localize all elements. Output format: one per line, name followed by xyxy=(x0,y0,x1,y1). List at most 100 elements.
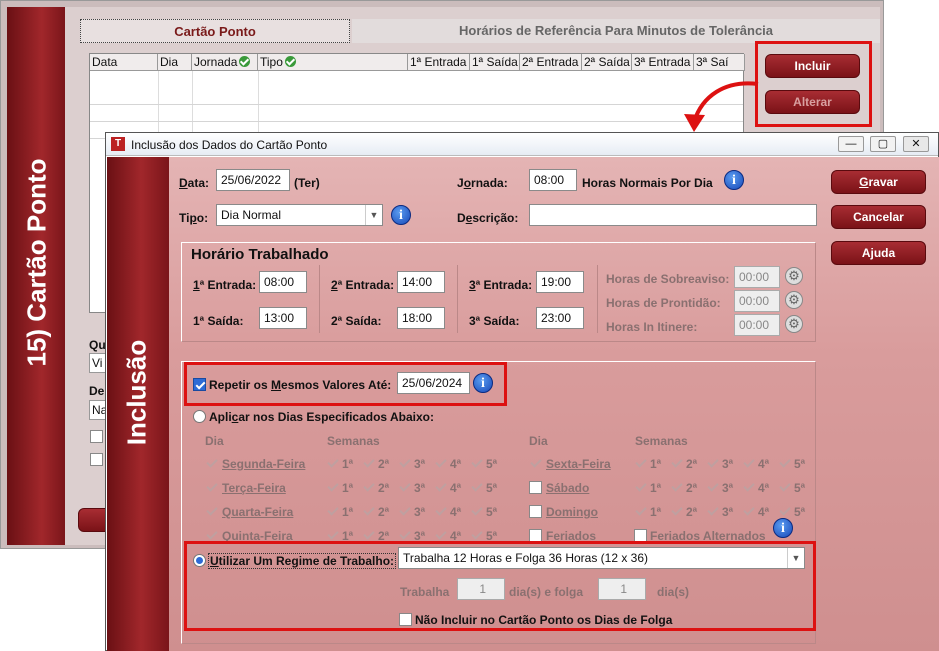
col-semanas-right: Semanas xyxy=(635,434,688,448)
week-checkbox[interactable] xyxy=(706,481,719,494)
grid-header-saida2[interactable]: 2ª Saída xyxy=(582,54,632,71)
col-semanas-left: Semanas xyxy=(327,434,380,448)
tab-horarios-referencia[interactable]: Horários de Referência Para Minutos de T… xyxy=(352,19,880,43)
table-row[interactable] xyxy=(90,88,743,105)
saida2-input[interactable]: 18:00 xyxy=(397,307,445,329)
grid-header-entrada2[interactable]: 2ª Entrada xyxy=(520,54,582,71)
week-checkbox[interactable] xyxy=(634,481,647,494)
grid-header-jornada[interactable]: Jornada xyxy=(192,54,258,71)
minimize-icon[interactable]: — xyxy=(838,136,864,152)
col-dia-right: Dia xyxy=(529,434,548,448)
repetir-date-input[interactable]: 25/06/2024 xyxy=(397,372,470,394)
table-row[interactable] xyxy=(90,105,743,122)
cancelar-button[interactable]: Cancelar xyxy=(831,205,926,229)
info-icon[interactable]: i xyxy=(724,170,744,190)
info-icon[interactable]: i xyxy=(773,518,793,538)
week-checkbox[interactable] xyxy=(362,481,375,494)
week-checkbox[interactable] xyxy=(778,481,791,494)
week-checkbox[interactable] xyxy=(434,481,447,494)
entrada1-input[interactable]: 08:00 xyxy=(259,271,307,293)
trabalha-stepper[interactable]: 1 xyxy=(457,578,505,600)
jornada-input[interactable]: 08:00 xyxy=(529,169,577,191)
week-label: 3ª xyxy=(414,505,426,519)
restore-icon[interactable]: ▢ xyxy=(870,136,896,152)
day-checkbox[interactable] xyxy=(205,505,218,518)
week-checkbox[interactable] xyxy=(778,505,791,518)
saida3-input[interactable]: 23:00 xyxy=(536,307,584,329)
week-checkbox[interactable] xyxy=(706,505,719,518)
week-checkbox[interactable] xyxy=(326,457,339,470)
clock-settings-icon[interactable]: ⚙ xyxy=(785,315,803,333)
gravar-button[interactable]: Gravar xyxy=(831,170,926,194)
bg-checkbox[interactable] xyxy=(90,430,103,443)
entrada2-input[interactable]: 14:00 xyxy=(397,271,445,293)
bg-checkbox[interactable] xyxy=(90,453,103,466)
saida1-input[interactable]: 13:00 xyxy=(259,307,307,329)
week-checkbox[interactable] xyxy=(434,505,447,518)
week-checkbox[interactable] xyxy=(470,457,483,470)
day-checkbox[interactable] xyxy=(529,457,542,470)
grid-header-entrada3[interactable]: 3ª Entrada xyxy=(632,54,694,71)
prontidao-label: Horas de Prontidão: xyxy=(606,296,721,310)
week-checkbox[interactable] xyxy=(634,457,647,470)
clock-settings-icon[interactable]: ⚙ xyxy=(785,267,803,285)
week-checkbox[interactable] xyxy=(470,505,483,518)
week-checkbox[interactable] xyxy=(362,457,375,470)
day-checkbox[interactable] xyxy=(529,481,542,494)
week-checkbox[interactable] xyxy=(742,505,755,518)
day-checkbox[interactable] xyxy=(205,481,218,494)
week-checkbox[interactable] xyxy=(398,505,411,518)
week-checkbox[interactable] xyxy=(742,481,755,494)
grid-header-tipo[interactable]: Tipo xyxy=(258,54,408,71)
week-label: 5ª xyxy=(794,481,806,495)
week-label: 3ª xyxy=(414,481,426,495)
sobreaviso-input[interactable]: 00:00 xyxy=(734,266,780,288)
week-checkbox[interactable] xyxy=(362,505,375,518)
week-checkbox[interactable] xyxy=(470,481,483,494)
day-label: Domingo xyxy=(546,505,598,519)
week-checkbox[interactable] xyxy=(670,505,683,518)
week-checkbox[interactable] xyxy=(634,505,647,518)
grid-header-dia[interactable]: Dia xyxy=(158,54,192,71)
grid-header-entrada1[interactable]: 1ª Entrada xyxy=(408,54,470,71)
week-checkbox[interactable] xyxy=(326,505,339,518)
week-checkbox[interactable] xyxy=(326,481,339,494)
regime-select[interactable]: Trabalha 12 Horas e Folga 36 Horas (12 x… xyxy=(398,547,805,569)
nao-incluir-checkbox[interactable] xyxy=(399,613,412,626)
aplicar-radio[interactable] xyxy=(193,410,206,423)
week-checkbox[interactable] xyxy=(398,481,411,494)
entrada3-input[interactable]: 19:00 xyxy=(536,271,584,293)
tab-cartao-ponto[interactable]: Cartão Ponto xyxy=(80,19,350,43)
prontidao-input[interactable]: 00:00 xyxy=(734,290,780,312)
week-checkbox[interactable] xyxy=(778,457,791,470)
repetir-checkbox[interactable] xyxy=(193,378,206,391)
itinere-input[interactable]: 00:00 xyxy=(734,314,780,336)
descricao-input[interactable] xyxy=(529,204,817,226)
dialog-titlebar[interactable]: T Inclusão dos Dados do Cartão Ponto — ▢… xyxy=(106,133,938,156)
ajuda-button[interactable]: Ajuda xyxy=(831,241,926,265)
day-checkbox[interactable] xyxy=(205,457,218,470)
week-checkbox[interactable] xyxy=(706,457,719,470)
close-icon[interactable]: ✕ xyxy=(903,136,929,152)
regime-radio[interactable] xyxy=(193,554,206,567)
week-checkbox[interactable] xyxy=(742,457,755,470)
grid-header-data[interactable]: Data xyxy=(90,54,158,71)
week-checkbox[interactable] xyxy=(398,457,411,470)
folga-stepper[interactable]: 1 xyxy=(598,578,646,600)
grid-header-saida3[interactable]: 3ª Saí xyxy=(694,54,745,71)
day-label: Quarta-Feira xyxy=(222,505,294,519)
clock-settings-icon[interactable]: ⚙ xyxy=(785,291,803,309)
week-label: 1ª xyxy=(342,505,354,519)
tipo-select[interactable]: Dia Normal ▼ xyxy=(216,204,383,226)
data-input[interactable]: 25/06/2022 xyxy=(216,169,290,191)
week-checkbox[interactable] xyxy=(670,457,683,470)
info-icon[interactable]: i xyxy=(473,373,493,393)
grid-header-jornada-label: Jornada xyxy=(194,55,238,69)
week-checkbox[interactable] xyxy=(434,457,447,470)
day-checkbox[interactable] xyxy=(529,505,542,518)
grid-header-saida1[interactable]: 1ª Saída xyxy=(470,54,520,71)
week-label: 1ª xyxy=(650,457,662,471)
dialog-side-banner: Inclusão xyxy=(107,157,169,651)
week-checkbox[interactable] xyxy=(670,481,683,494)
info-icon[interactable]: i xyxy=(391,205,411,225)
